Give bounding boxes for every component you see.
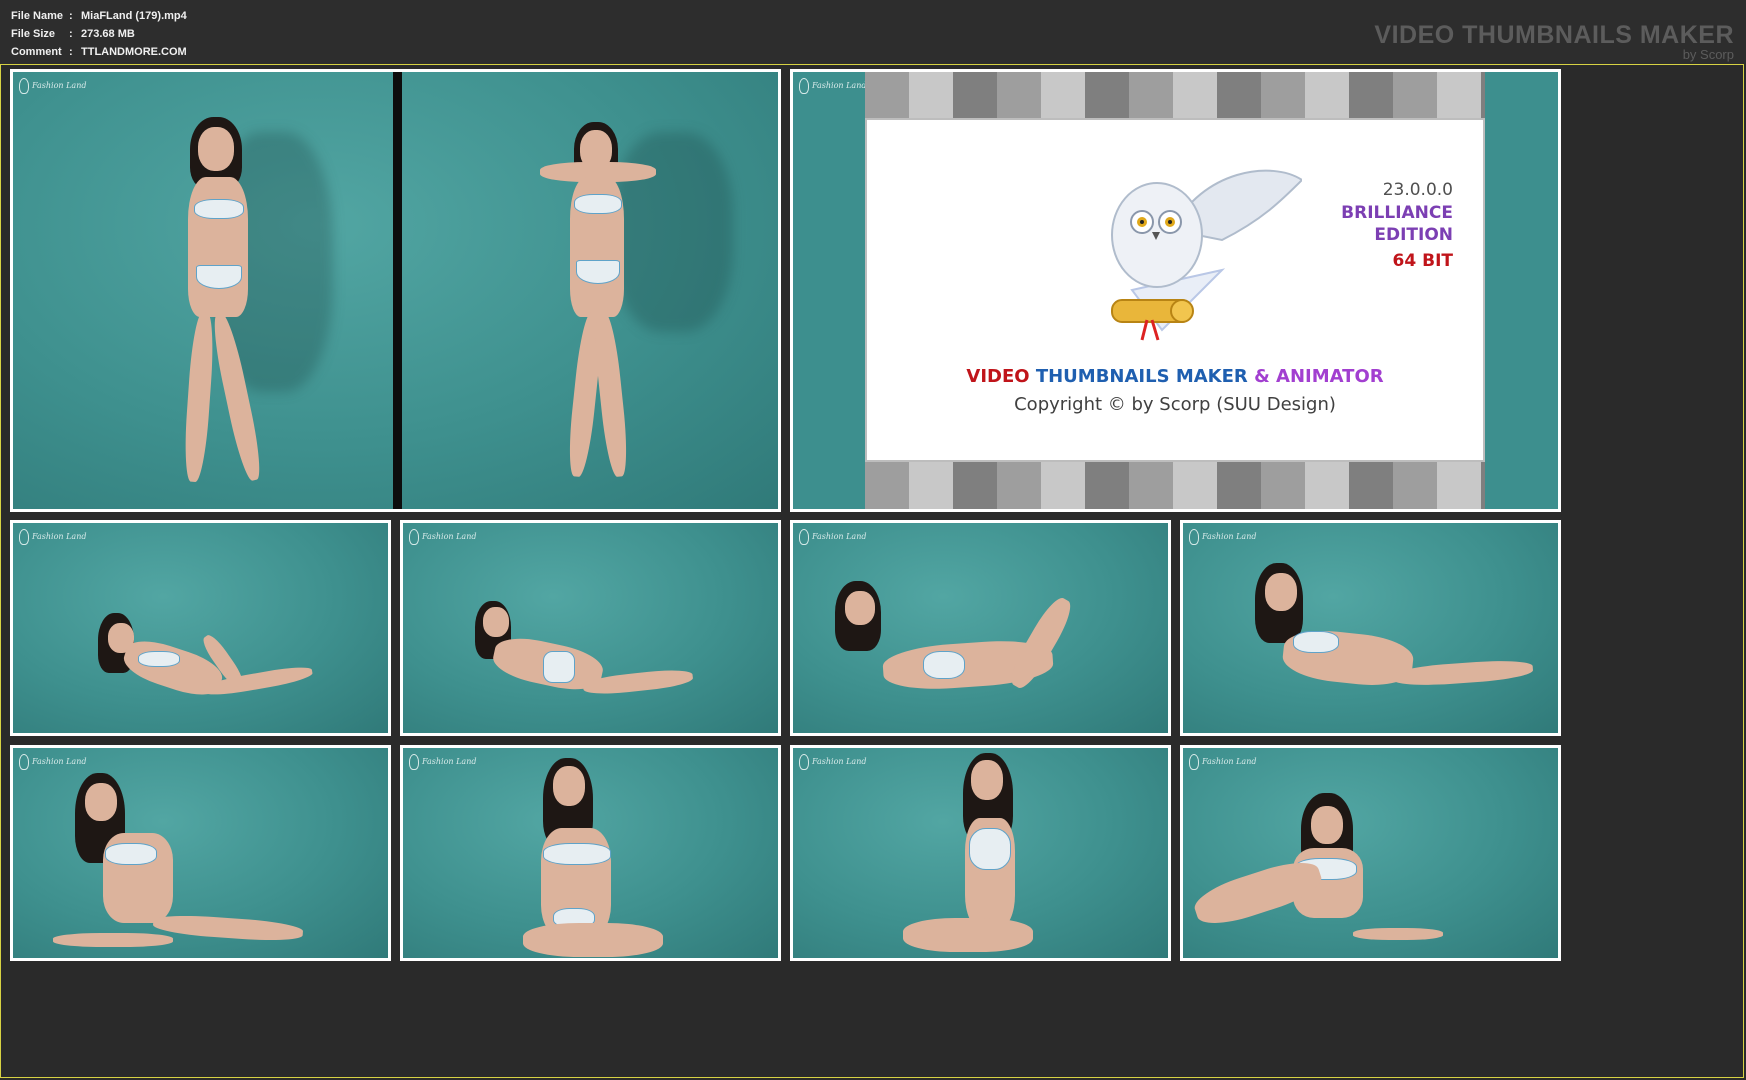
- model-figure: [538, 122, 658, 492]
- splash-screen: Fashion Land 23.0.0.0 BRILLIANCE EDITION…: [793, 72, 1558, 509]
- info-separator: :: [69, 10, 73, 22]
- thumbnail[interactable]: Fashion Land: [790, 520, 1171, 736]
- photo: Fashion Land: [13, 72, 778, 509]
- fashion-land-logo: Fashion Land: [799, 754, 866, 770]
- model-figure: [158, 117, 278, 487]
- brand-subtitle: by Scorp: [1682, 47, 1734, 62]
- version-number: 23.0.0.0: [1382, 180, 1453, 200]
- owl-icon: [1111, 169, 1302, 341]
- photo: Fashion Land: [13, 748, 388, 958]
- photo: Fashion Land: [13, 523, 388, 733]
- product-name: VIDEO THUMBNAILS MAKER & ANIMATOR: [867, 366, 1483, 387]
- thumbnail-sheet: Fashion Land Fashion Land 23.0.0.0 BRILL…: [0, 64, 1744, 1078]
- thumbnail[interactable]: Fashion Land: [1180, 520, 1561, 736]
- fashion-land-logo: Fashion Land: [409, 529, 476, 545]
- thumbnail[interactable]: Fashion Land: [400, 520, 781, 736]
- info-row-filename: File Name : MiaFLand (179).mp4: [11, 7, 187, 25]
- info-separator: :: [69, 46, 73, 58]
- thumbnail[interactable]: Fashion Land: [400, 745, 781, 961]
- splash-card: 23.0.0.0 BRILLIANCE EDITION 64 BIT VIDEO…: [865, 118, 1485, 462]
- fashion-land-logo: Fashion Land: [1189, 529, 1256, 545]
- fashion-land-logo: Fashion Land: [19, 754, 86, 770]
- header: File Name : MiaFLand (179).mp4 File Size…: [0, 0, 1746, 64]
- brand-watermark: VIDEO THUMBNAILS MAKER by Scorp: [1374, 21, 1734, 61]
- thumbnail[interactable]: Fashion Land: [10, 69, 781, 512]
- splash-pattern: [865, 72, 1485, 118]
- brand-title: VIDEO THUMBNAILS MAKER: [1374, 21, 1734, 49]
- edition-line-2: EDITION: [1374, 225, 1453, 245]
- bitness-label: 64 BIT: [1392, 251, 1453, 271]
- thumbnail[interactable]: Fashion Land: [790, 69, 1561, 512]
- thumbnail[interactable]: Fashion Land: [790, 745, 1171, 961]
- edition-line-1: BRILLIANCE: [1341, 203, 1453, 223]
- info-value: MiaFLand (179).mp4: [81, 10, 187, 22]
- photo: Fashion Land: [1183, 523, 1558, 733]
- frame-divider: [393, 72, 402, 509]
- splash-pattern: [865, 462, 1485, 509]
- fashion-land-logo: Fashion Land: [799, 78, 866, 94]
- copyright-text: Copyright © by Scorp (SUU Design): [1014, 394, 1336, 415]
- info-row-comment: Comment : TTLANDMORE.COM: [11, 43, 187, 61]
- product-name-part3: & ANIMATOR: [1254, 366, 1384, 387]
- photo: Fashion Land: [793, 748, 1168, 958]
- photo: Fashion Land: [403, 748, 778, 958]
- info-row-filesize: File Size : 273.68 MB: [11, 25, 187, 43]
- fashion-land-logo: Fashion Land: [19, 529, 86, 545]
- thumbnail[interactable]: Fashion Land: [10, 745, 391, 961]
- product-name-part1: VIDEO: [966, 366, 1030, 387]
- fashion-land-logo: Fashion Land: [19, 78, 86, 94]
- info-label: File Size: [11, 28, 56, 40]
- version-block: 23.0.0.0 BRILLIANCE EDITION 64 BIT: [1341, 178, 1453, 276]
- fashion-land-logo: Fashion Land: [799, 529, 866, 545]
- info-label: File Name: [11, 10, 63, 22]
- fashion-land-logo: Fashion Land: [409, 754, 476, 770]
- thumbnail[interactable]: Fashion Land: [1180, 745, 1561, 961]
- fashion-land-logo: Fashion Land: [1189, 754, 1256, 770]
- photo: Fashion Land: [1183, 748, 1558, 958]
- info-value: 273.68 MB: [81, 28, 135, 40]
- product-name-part2: THUMBNAILS MAKER: [1035, 366, 1248, 387]
- file-info: File Name : MiaFLand (179).mp4 File Size…: [11, 7, 187, 61]
- thumbnail[interactable]: Fashion Land: [10, 520, 391, 736]
- photo: Fashion Land: [403, 523, 778, 733]
- info-label: Comment: [11, 46, 62, 58]
- info-separator: :: [69, 28, 73, 40]
- info-value: TTLANDMORE.COM: [81, 46, 187, 58]
- photo: Fashion Land: [793, 523, 1168, 733]
